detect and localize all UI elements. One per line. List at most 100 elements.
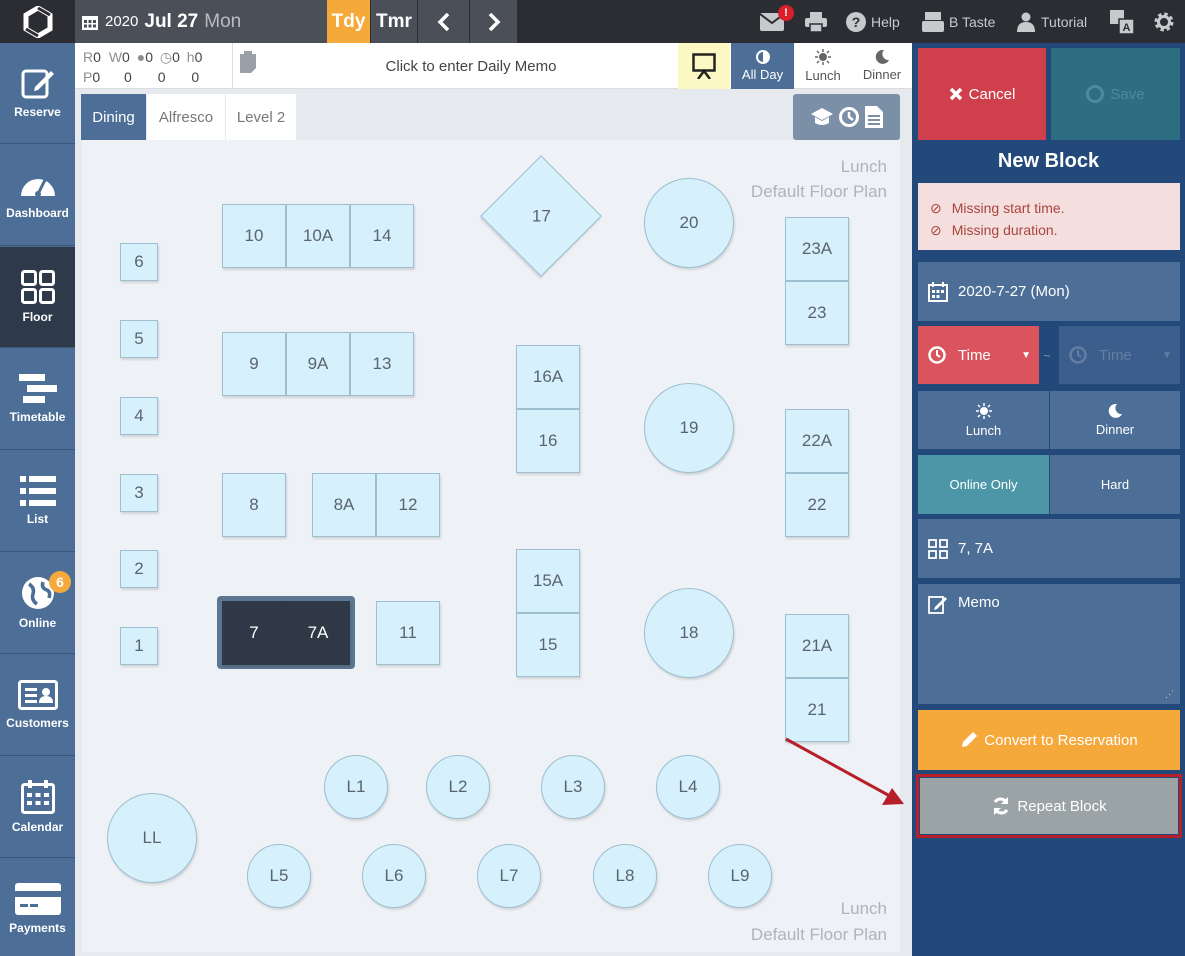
table-22[interactable]: 22 <box>785 473 849 537</box>
reservation-stats: R0 W0 ●0 ◷0 h0 P0 0 0 0 0 <box>83 47 229 105</box>
tables-field[interactable]: 7, 7A <box>918 519 1180 578</box>
table-2[interactable]: 2 <box>120 550 158 588</box>
table-8a[interactable]: 8A <box>312 473 376 537</box>
period-all-day[interactable]: All Day <box>731 43 794 89</box>
date-field[interactable]: 2020-7-27 (Mon) <box>918 262 1180 321</box>
messages-button[interactable]: ! <box>760 0 794 43</box>
sidebar-item-online[interactable]: 6 Online <box>0 553 75 654</box>
cancel-button[interactable]: Cancel <box>918 48 1046 140</box>
sidebar-item-calendar[interactable]: Calendar <box>0 757 75 858</box>
table-l9[interactable]: L9 <box>708 844 772 908</box>
table-9[interactable]: 9 <box>222 332 286 396</box>
table-l2[interactable]: L2 <box>426 755 490 819</box>
memo-field[interactable]: Memo ⋰ <box>918 584 1180 704</box>
sidebar-item-floor[interactable]: Floor <box>0 247 75 348</box>
table-l8[interactable]: L8 <box>593 844 657 908</box>
table-1[interactable]: 1 <box>120 627 158 665</box>
table-15a[interactable]: 15A <box>516 549 580 613</box>
table-4[interactable]: 4 <box>120 397 158 435</box>
table-14[interactable]: 14 <box>350 204 414 268</box>
date-selector[interactable]: 2020 Jul 27 Mon <box>75 0 327 43</box>
table-l6[interactable]: L6 <box>362 844 426 908</box>
start-time-select[interactable]: Time ▼ <box>918 326 1039 384</box>
tab-alfresco[interactable]: Alfresco <box>147 94 225 140</box>
table-23a[interactable]: 23A <box>785 217 849 281</box>
table-6[interactable]: 6 <box>120 243 158 281</box>
end-time-select[interactable]: Time ▼ <box>1059 326 1180 384</box>
sidebar-item-list[interactable]: List <box>0 451 75 552</box>
chevron-left-icon <box>437 12 449 31</box>
table-21a[interactable]: 21A <box>785 614 849 678</box>
table-20[interactable]: 20 <box>644 178 734 268</box>
table-9a[interactable]: 9A <box>286 332 350 396</box>
floor-plan: Lunch Default Floor Plan Lunch Default F… <box>82 140 900 952</box>
moon-icon <box>1108 403 1122 418</box>
period-label: All Day <box>741 67 784 82</box>
table-10[interactable]: 10 <box>222 204 286 268</box>
table-l5[interactable]: L5 <box>247 844 311 908</box>
tomorrow-button[interactable]: Tmr <box>371 0 417 43</box>
date-value: 2020-7-27 (Mon) <box>958 283 1070 300</box>
table-16[interactable]: 16 <box>516 409 580 473</box>
help-button[interactable]: ? Help <box>846 0 900 43</box>
table-10a[interactable]: 10A <box>286 204 350 268</box>
online-only-toggle[interactable]: Online Only <box>918 455 1049 514</box>
hard-toggle[interactable]: Hard <box>1050 455 1180 514</box>
tab-dining[interactable]: Dining <box>81 94 146 140</box>
error-text: Missing duration. <box>951 222 1058 238</box>
today-button[interactable]: Tdy <box>327 0 370 43</box>
table-l3[interactable]: L3 <box>541 755 605 819</box>
table-7a[interactable]: 7A <box>286 601 350 665</box>
dinner-toggle[interactable]: Dinner <box>1050 391 1180 449</box>
table-3[interactable]: 3 <box>120 474 158 512</box>
table-15[interactable]: 15 <box>516 613 580 677</box>
period-dinner[interactable]: Dinner <box>852 43 912 89</box>
sidebar-item-reserve[interactable]: Reserve <box>0 43 75 144</box>
sidebar-label: List <box>26 512 49 526</box>
sidebar-item-customers[interactable]: Customers <box>0 655 75 756</box>
table-23[interactable]: 23 <box>785 281 849 345</box>
settings-button[interactable] <box>1153 0 1175 43</box>
table-17[interactable]: 17 <box>480 155 602 277</box>
language-button[interactable]: A <box>1110 0 1134 43</box>
table-18[interactable]: 18 <box>644 588 734 678</box>
tutorial-button[interactable]: Tutorial <box>1016 0 1087 43</box>
period-lunch[interactable]: Lunch <box>794 43 852 89</box>
lunch-toggle[interactable]: Lunch <box>918 391 1049 449</box>
register-icon <box>922 11 944 32</box>
calendar-icon <box>20 780 55 814</box>
table-22a[interactable]: 22A <box>785 409 849 473</box>
previous-day-button[interactable] <box>418 0 469 43</box>
dinner-label: Dinner <box>1095 421 1135 437</box>
presentation-button[interactable] <box>678 43 730 89</box>
table-16a[interactable]: 16A <box>516 345 580 409</box>
next-day-button[interactable] <box>470 0 517 43</box>
calendar-icon <box>928 281 948 302</box>
sidebar-item-payments[interactable]: Payments <box>0 859 75 956</box>
chevron-right-icon <box>488 12 500 31</box>
table-12[interactable]: 12 <box>376 473 440 537</box>
table-7[interactable]: 7 <box>222 601 286 665</box>
table-11[interactable]: 11 <box>376 601 440 665</box>
resize-handle-icon[interactable]: ⋰ <box>1165 689 1174 700</box>
sidebar-item-timetable[interactable]: Timetable <box>0 349 75 450</box>
daily-memo[interactable]: Click to enter Daily Memo <box>265 43 677 89</box>
print-button[interactable] <box>805 0 827 43</box>
repeat-block-button[interactable]: Repeat Block <box>920 778 1178 834</box>
table-l4[interactable]: L4 <box>656 755 720 819</box>
store-button[interactable]: B Taste <box>922 0 995 43</box>
table-5[interactable]: 5 <box>120 320 158 358</box>
convert-to-reservation-button[interactable]: Convert to Reservation <box>918 710 1180 770</box>
table-l7[interactable]: L7 <box>477 844 541 908</box>
app-logo[interactable] <box>0 0 75 43</box>
sidebar-label: Online <box>18 616 57 630</box>
table-8[interactable]: 8 <box>222 473 286 537</box>
table-13[interactable]: 13 <box>350 332 414 396</box>
floor-tools-button[interactable] <box>793 94 900 140</box>
table-ll[interactable]: LL <box>107 793 197 883</box>
sidebar-item-dashboard[interactable]: Dashboard <box>0 145 75 246</box>
table-l1[interactable]: L1 <box>324 755 388 819</box>
table-19[interactable]: 19 <box>644 383 734 473</box>
save-button[interactable]: Save <box>1051 48 1180 140</box>
tab-level-2[interactable]: Level 2 <box>226 94 296 140</box>
